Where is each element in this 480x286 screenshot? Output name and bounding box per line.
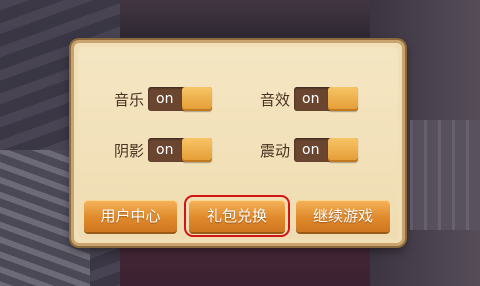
vibration-toggle-knob: [328, 138, 358, 162]
music-toggle[interactable]: on: [148, 87, 212, 111]
shadows-label: 阴影: [113, 141, 144, 160]
shadows-toggle[interactable]: on: [148, 138, 212, 162]
sound-effects-toggle[interactable]: on: [294, 87, 358, 111]
music-toggle-knob: [182, 87, 212, 111]
shadows-toggle-state: on: [156, 142, 174, 158]
settings-panel: 音乐 on 音效 on 阴影 on 震动 on 用户中心 礼包兑换 继续游戏: [71, 40, 405, 246]
gift-redeem-button[interactable]: 礼包兑换: [184, 195, 290, 237]
sound-effects-toggle-state: on: [302, 91, 320, 107]
option-shadows: 阴影 on: [102, 135, 212, 165]
option-sound-effects: 音效 on: [248, 84, 358, 114]
scene-window-frame: [410, 120, 480, 230]
continue-game-button[interactable]: 继续游戏: [296, 200, 390, 232]
vibration-toggle-state: on: [302, 142, 320, 158]
settings-row-graphics: 阴影 on 震动 on: [78, 135, 398, 165]
vibration-label: 震动: [259, 141, 290, 160]
user-center-button[interactable]: 用户中心: [84, 200, 177, 232]
option-vibration: 震动 on: [248, 135, 358, 165]
music-toggle-state: on: [156, 91, 174, 107]
settings-row-audio: 音乐 on 音效 on: [78, 84, 398, 114]
sound-effects-toggle-knob: [328, 87, 358, 111]
music-label: 音乐: [113, 90, 144, 109]
option-music: 音乐 on: [102, 84, 212, 114]
vibration-toggle[interactable]: on: [294, 138, 358, 162]
sound-effects-label: 音效: [259, 90, 290, 109]
shadows-toggle-knob: [182, 138, 212, 162]
